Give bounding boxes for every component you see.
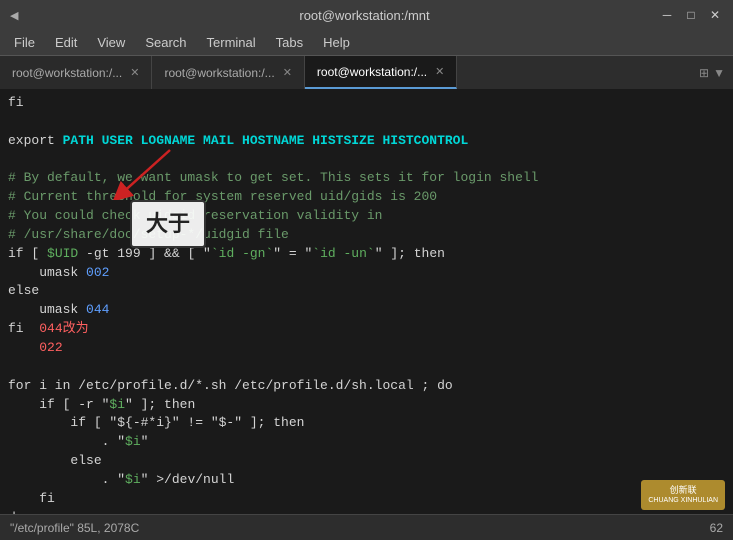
line-info: 62 bbox=[710, 521, 723, 535]
tab-1[interactable]: root@workstation:/... ✕ bbox=[0, 56, 152, 89]
tab-3[interactable]: root@workstation:/... ✕ bbox=[305, 56, 457, 89]
new-tab-icon[interactable]: ⊞ bbox=[699, 66, 709, 80]
menu-bar: File Edit View Search Terminal Tabs Help bbox=[0, 30, 733, 56]
tab-bar: root@workstation:/... ✕ root@workstation… bbox=[0, 56, 733, 90]
title-bar: ◀ root@workstation:/mnt ─ □ ✕ bbox=[0, 0, 733, 30]
tab-1-close[interactable]: ✕ bbox=[130, 66, 139, 79]
line-else: else bbox=[8, 282, 725, 301]
terminal-content[interactable]: fi export PATH USER LOGNAME MAIL HOSTNAM… bbox=[0, 90, 733, 514]
menu-prev[interactable]: ◀ bbox=[10, 9, 18, 22]
menu-tabs[interactable]: Tabs bbox=[268, 33, 311, 52]
tab-menu-icon[interactable]: ▼ bbox=[713, 66, 725, 80]
line-blank3 bbox=[8, 358, 725, 377]
watermark: 创新联 CHUANG XINHULIAN bbox=[641, 480, 725, 510]
line-export: export PATH USER LOGNAME MAIL HOSTNAME H… bbox=[8, 132, 725, 151]
line-comment3: # You could check uidgid reservation val… bbox=[8, 207, 725, 226]
tab-3-close[interactable]: ✕ bbox=[435, 65, 444, 78]
line-blank1 bbox=[8, 113, 725, 132]
line-else2: else bbox=[8, 452, 725, 471]
line-umask2: umask 044 bbox=[8, 301, 725, 320]
tab-1-label: root@workstation:/... bbox=[12, 66, 122, 80]
tab-2[interactable]: root@workstation:/... ✕ bbox=[152, 56, 304, 89]
tab-2-label: root@workstation:/... bbox=[164, 66, 274, 80]
menu-help[interactable]: Help bbox=[315, 33, 358, 52]
line-if2: if [ -r "$i" ]; then bbox=[8, 396, 725, 415]
line-fi3: fi bbox=[8, 490, 725, 509]
line-umask1: umask 002 bbox=[8, 264, 725, 283]
menu-search[interactable]: Search bbox=[137, 33, 194, 52]
line-fi: fi bbox=[8, 94, 725, 113]
minimize-button[interactable]: ─ bbox=[659, 7, 675, 23]
line-for: for i in /etc/profile.d/*.sh /etc/profil… bbox=[8, 377, 725, 396]
tab-2-close[interactable]: ✕ bbox=[283, 66, 292, 79]
line-blank2 bbox=[8, 151, 725, 170]
maximize-button[interactable]: □ bbox=[683, 7, 699, 23]
menu-edit[interactable]: Edit bbox=[47, 33, 85, 52]
line-if3: if [ "${-#*i}" != "$-" ]; then bbox=[8, 414, 725, 433]
line-if: if [ $UID -gt 199 ] && [ "`id -gn`" = "`… bbox=[8, 245, 725, 264]
line-comment2: # Current threshold for system reserved … bbox=[8, 188, 725, 207]
line-fi2: fi 044改为 bbox=[8, 320, 725, 339]
line-comment1: # By default, we want umask to get set. … bbox=[8, 169, 725, 188]
window-title: root@workstation:/mnt bbox=[70, 8, 659, 23]
menu-file[interactable]: File bbox=[6, 33, 43, 52]
line-022: 022 bbox=[8, 339, 725, 358]
line-dot2: . "$i" >/dev/null bbox=[8, 471, 725, 490]
file-info: "/etc/profile" 85L, 2078C bbox=[10, 521, 139, 535]
tab-extras: ⊞ ▼ bbox=[691, 56, 733, 89]
watermark-line2: CHUANG XINHULIAN bbox=[648, 496, 718, 506]
tab-3-label: root@workstation:/... bbox=[317, 65, 427, 79]
menu-terminal[interactable]: Terminal bbox=[199, 33, 264, 52]
status-bar: "/etc/profile" 85L, 2078C 62 bbox=[0, 514, 733, 540]
line-comment4: # /usr/share/doc/setup-*/uidgid file bbox=[8, 226, 725, 245]
line-done: done bbox=[8, 509, 725, 514]
close-button[interactable]: ✕ bbox=[707, 7, 723, 23]
menu-view[interactable]: View bbox=[89, 33, 133, 52]
watermark-line1: 创新联 bbox=[648, 484, 718, 497]
line-dot1: . "$i" bbox=[8, 433, 725, 452]
